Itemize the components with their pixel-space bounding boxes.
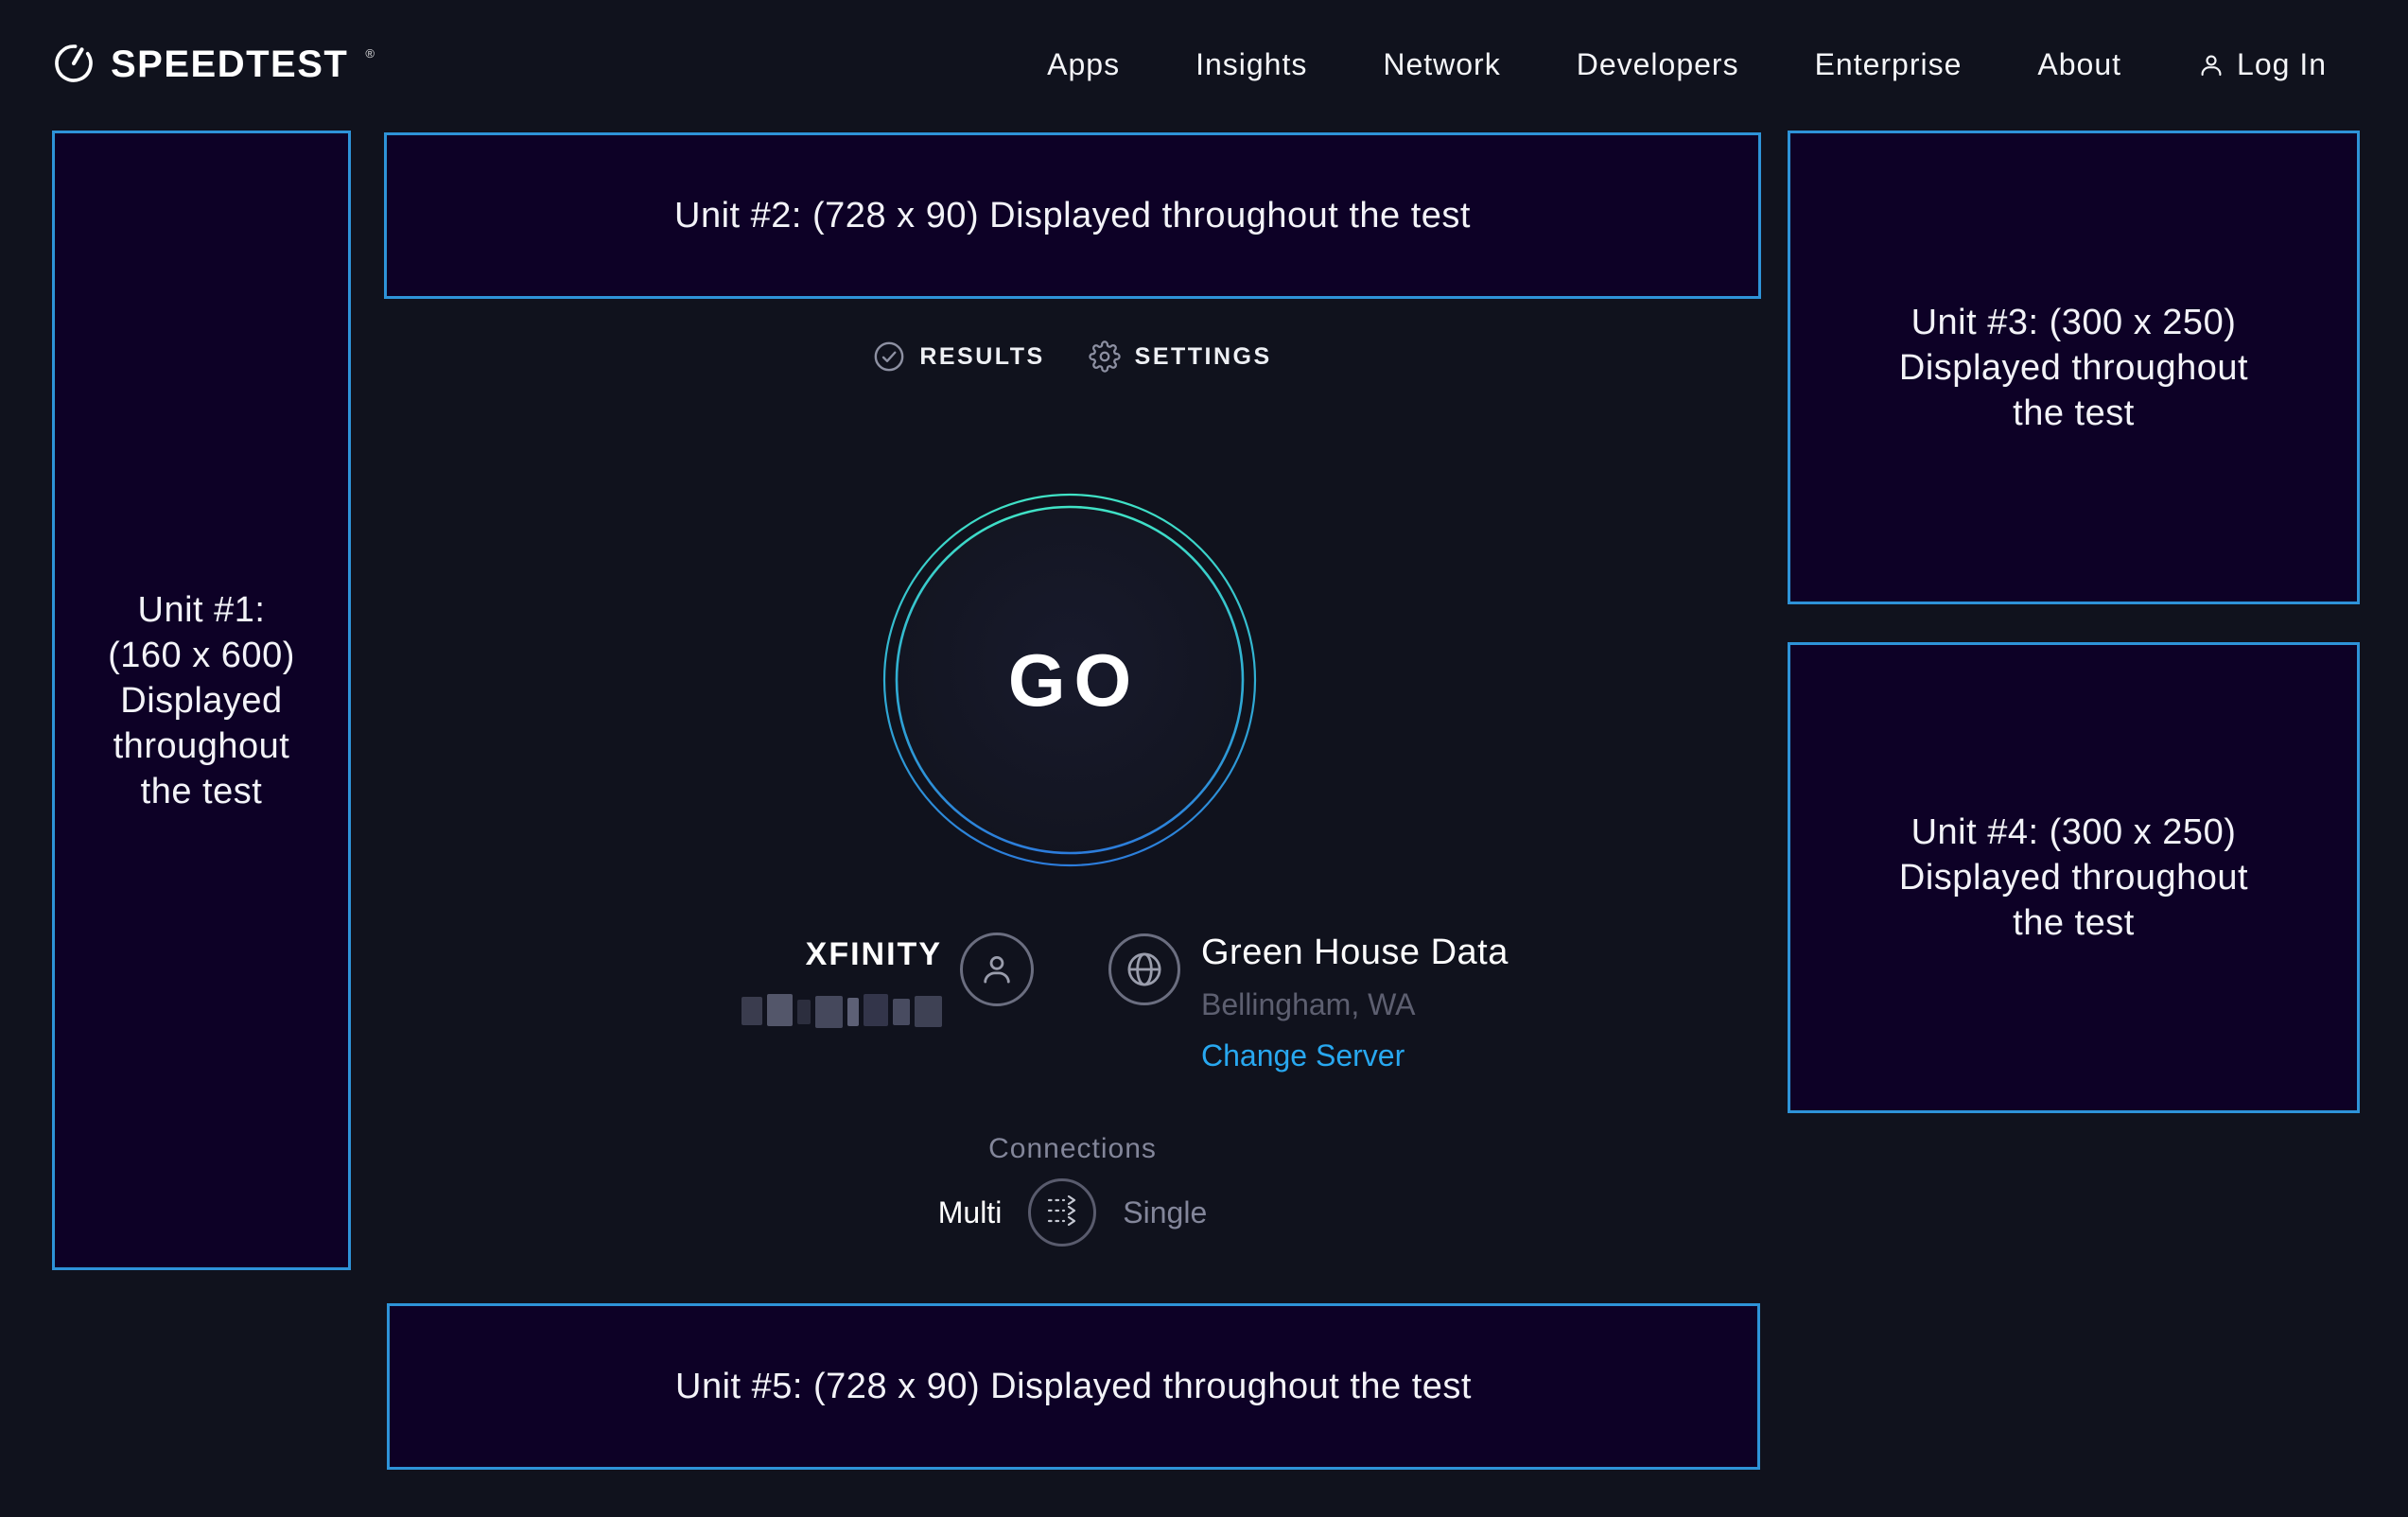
results-settings-tabs: RESULTS SETTINGS [384,340,1761,373]
ad-unit-1-skyscraper[interactable]: Unit #1: (160 x 600) Displayed throughou… [52,131,351,1270]
go-button[interactable]: GO [881,491,1259,869]
check-circle-icon [873,340,905,373]
go-button-label: GO [881,491,1259,869]
server-location: Bellingham, WA [1201,986,1509,1022]
ad-unit-2-text: Unit #2: (728 x 90) Displayed throughout… [674,193,1471,238]
ad-unit-4-text: Unit #4: (300 x 250) Displayed throughou… [1899,810,2248,946]
isp-user-icon [960,933,1034,1006]
ad-unit-2-leaderboard[interactable]: Unit #2: (728 x 90) Displayed throughout… [384,132,1761,299]
multi-connection-arrows-icon [1041,1190,1083,1236]
main-nav: Apps Insights Network Developers Enterpr… [1047,47,2327,82]
server-name: Green House Data [1201,932,1509,973]
connections-single-label[interactable]: Single [1123,1195,1207,1230]
logo-trademark: ® [365,46,375,61]
ad-unit-5-text: Unit #5: (728 x 90) Displayed throughout… [675,1364,1472,1409]
redacted-ip [742,994,942,1028]
ad-unit-4-rectangle[interactable]: Unit #4: (300 x 250) Displayed throughou… [1788,642,2360,1113]
isp-block: XFINITY [662,936,942,1028]
speedtest-page: SPEEDTEST ® Apps Insights Network Develo… [0,0,2408,1517]
tab-results[interactable]: RESULTS [873,340,1044,373]
nav-item-insights[interactable]: Insights [1195,47,1307,82]
user-icon [2197,51,2225,79]
login-button[interactable]: Log In [2197,47,2327,82]
speedtest-gauge-icon [52,41,96,89]
ad-unit-5-leaderboard[interactable]: Unit #5: (728 x 90) Displayed throughout… [387,1303,1760,1470]
connections-toggle[interactable] [1028,1178,1096,1247]
nav-item-developers[interactable]: Developers [1577,47,1739,82]
tab-results-label: RESULTS [919,343,1044,371]
nav-item-about[interactable]: About [2037,47,2121,82]
nav-item-apps[interactable]: Apps [1047,47,1120,82]
connections-multi-label[interactable]: Multi [938,1195,1003,1230]
globe-icon [1108,933,1180,1005]
speedtest-logo[interactable]: SPEEDTEST ® [52,41,375,89]
logo-wordmark: SPEEDTEST [111,44,348,86]
server-block: Green House Data Bellingham, WA Change S… [1201,932,1509,1073]
tab-settings-label: SETTINGS [1135,343,1272,371]
top-nav-bar: SPEEDTEST ® Apps Insights Network Develo… [0,0,2408,130]
change-server-link[interactable]: Change Server [1201,1037,1509,1073]
nav-item-network[interactable]: Network [1383,47,1500,82]
isp-name: XFINITY [806,936,942,973]
tab-settings[interactable]: SETTINGS [1089,340,1272,373]
ad-unit-3-text: Unit #3: (300 x 250) Displayed throughou… [1899,300,2248,436]
connections-label: Connections [384,1133,1761,1165]
ad-unit-3-rectangle[interactable]: Unit #3: (300 x 250) Displayed throughou… [1788,131,2360,604]
nav-item-enterprise[interactable]: Enterprise [1815,47,1963,82]
ad-unit-1-text: Unit #1: (160 x 600) Displayed throughou… [108,587,295,814]
connections-row: Multi Single [384,1178,1761,1247]
login-label: Log In [2237,47,2327,82]
gear-icon [1089,340,1121,373]
